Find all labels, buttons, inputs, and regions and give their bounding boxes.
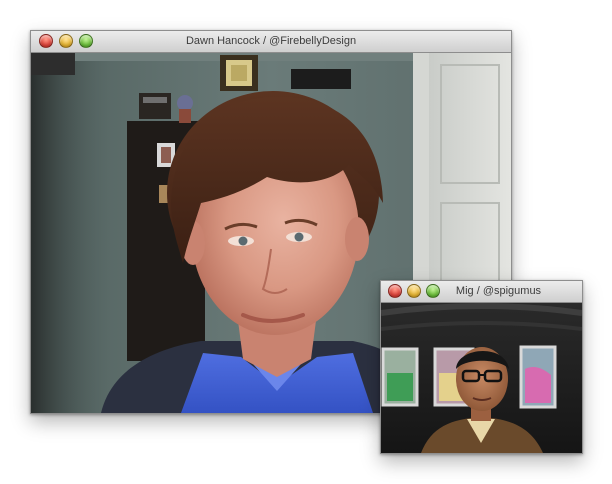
pip-window-title: Mig / @spigumus <box>455 285 542 297</box>
pip-video-feed <box>381 303 582 453</box>
main-window-title: Dawn Hancock / @FirebellyDesign <box>185 35 357 47</box>
wall-frame-left <box>31 53 75 75</box>
pip-video-frame <box>381 303 582 453</box>
pip-window-titlebar[interactable]: Mig / @spigumus <box>381 281 582 303</box>
pip-video-window: Mig / @spigumus <box>380 280 583 454</box>
main-window-titlebar[interactable]: Dawn Hancock / @FirebellyDesign <box>31 31 511 53</box>
wall-sign <box>291 69 351 89</box>
